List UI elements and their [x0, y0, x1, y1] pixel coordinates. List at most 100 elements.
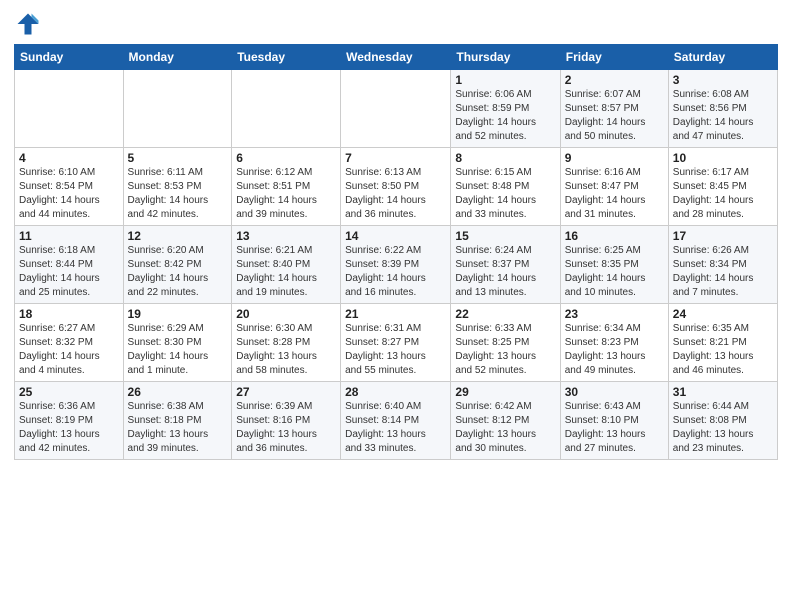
day-number: 26	[128, 385, 228, 399]
calendar-cell	[341, 70, 451, 148]
calendar-cell: 12Sunrise: 6:20 AM Sunset: 8:42 PM Dayli…	[123, 226, 232, 304]
day-number: 24	[673, 307, 773, 321]
calendar-cell: 16Sunrise: 6:25 AM Sunset: 8:35 PM Dayli…	[560, 226, 668, 304]
day-info: Sunrise: 6:30 AM Sunset: 8:28 PM Dayligh…	[236, 322, 336, 378]
day-info: Sunrise: 6:17 AM Sunset: 8:45 PM Dayligh…	[673, 166, 773, 222]
calendar-cell: 10Sunrise: 6:17 AM Sunset: 8:45 PM Dayli…	[668, 148, 777, 226]
day-number: 31	[673, 385, 773, 399]
day-info: Sunrise: 6:10 AM Sunset: 8:54 PM Dayligh…	[19, 166, 119, 222]
calendar-cell: 17Sunrise: 6:26 AM Sunset: 8:34 PM Dayli…	[668, 226, 777, 304]
calendar-cell: 31Sunrise: 6:44 AM Sunset: 8:08 PM Dayli…	[668, 382, 777, 460]
week-row-4: 18Sunrise: 6:27 AM Sunset: 8:32 PM Dayli…	[15, 304, 778, 382]
calendar-cell: 21Sunrise: 6:31 AM Sunset: 8:27 PM Dayli…	[341, 304, 451, 382]
day-number: 30	[565, 385, 664, 399]
page: SundayMondayTuesdayWednesdayThursdayFrid…	[0, 0, 792, 612]
day-info: Sunrise: 6:16 AM Sunset: 8:47 PM Dayligh…	[565, 166, 664, 222]
day-info: Sunrise: 6:39 AM Sunset: 8:16 PM Dayligh…	[236, 400, 336, 456]
calendar-cell: 29Sunrise: 6:42 AM Sunset: 8:12 PM Dayli…	[451, 382, 560, 460]
day-info: Sunrise: 6:38 AM Sunset: 8:18 PM Dayligh…	[128, 400, 228, 456]
calendar-cell	[15, 70, 124, 148]
calendar-cell: 14Sunrise: 6:22 AM Sunset: 8:39 PM Dayli…	[341, 226, 451, 304]
calendar-cell: 11Sunrise: 6:18 AM Sunset: 8:44 PM Dayli…	[15, 226, 124, 304]
day-info: Sunrise: 6:22 AM Sunset: 8:39 PM Dayligh…	[345, 244, 446, 300]
day-number: 22	[455, 307, 555, 321]
week-row-5: 25Sunrise: 6:36 AM Sunset: 8:19 PM Dayli…	[15, 382, 778, 460]
day-info: Sunrise: 6:20 AM Sunset: 8:42 PM Dayligh…	[128, 244, 228, 300]
calendar-cell: 4Sunrise: 6:10 AM Sunset: 8:54 PM Daylig…	[15, 148, 124, 226]
calendar-cell	[232, 70, 341, 148]
calendar-cell: 18Sunrise: 6:27 AM Sunset: 8:32 PM Dayli…	[15, 304, 124, 382]
calendar-cell: 27Sunrise: 6:39 AM Sunset: 8:16 PM Dayli…	[232, 382, 341, 460]
calendar-header: SundayMondayTuesdayWednesdayThursdayFrid…	[15, 45, 778, 70]
day-info: Sunrise: 6:33 AM Sunset: 8:25 PM Dayligh…	[455, 322, 555, 378]
weekday-header-tuesday: Tuesday	[232, 45, 341, 70]
day-number: 14	[345, 229, 446, 243]
weekday-header-friday: Friday	[560, 45, 668, 70]
calendar-cell: 26Sunrise: 6:38 AM Sunset: 8:18 PM Dayli…	[123, 382, 232, 460]
day-number: 5	[128, 151, 228, 165]
day-number: 27	[236, 385, 336, 399]
day-info: Sunrise: 6:07 AM Sunset: 8:57 PM Dayligh…	[565, 88, 664, 144]
day-number: 15	[455, 229, 555, 243]
day-info: Sunrise: 6:15 AM Sunset: 8:48 PM Dayligh…	[455, 166, 555, 222]
calendar-cell: 22Sunrise: 6:33 AM Sunset: 8:25 PM Dayli…	[451, 304, 560, 382]
day-number: 4	[19, 151, 119, 165]
day-info: Sunrise: 6:06 AM Sunset: 8:59 PM Dayligh…	[455, 88, 555, 144]
logo	[14, 10, 46, 38]
weekday-header-wednesday: Wednesday	[341, 45, 451, 70]
day-number: 12	[128, 229, 228, 243]
weekday-row: SundayMondayTuesdayWednesdayThursdayFrid…	[15, 45, 778, 70]
day-info: Sunrise: 6:24 AM Sunset: 8:37 PM Dayligh…	[455, 244, 555, 300]
day-info: Sunrise: 6:13 AM Sunset: 8:50 PM Dayligh…	[345, 166, 446, 222]
day-number: 7	[345, 151, 446, 165]
day-info: Sunrise: 6:43 AM Sunset: 8:10 PM Dayligh…	[565, 400, 664, 456]
day-info: Sunrise: 6:21 AM Sunset: 8:40 PM Dayligh…	[236, 244, 336, 300]
week-row-1: 1Sunrise: 6:06 AM Sunset: 8:59 PM Daylig…	[15, 70, 778, 148]
day-number: 17	[673, 229, 773, 243]
day-info: Sunrise: 6:34 AM Sunset: 8:23 PM Dayligh…	[565, 322, 664, 378]
day-number: 9	[565, 151, 664, 165]
calendar-cell: 2Sunrise: 6:07 AM Sunset: 8:57 PM Daylig…	[560, 70, 668, 148]
day-info: Sunrise: 6:42 AM Sunset: 8:12 PM Dayligh…	[455, 400, 555, 456]
calendar-cell: 28Sunrise: 6:40 AM Sunset: 8:14 PM Dayli…	[341, 382, 451, 460]
day-number: 16	[565, 229, 664, 243]
calendar-cell: 25Sunrise: 6:36 AM Sunset: 8:19 PM Dayli…	[15, 382, 124, 460]
weekday-header-monday: Monday	[123, 45, 232, 70]
day-info: Sunrise: 6:11 AM Sunset: 8:53 PM Dayligh…	[128, 166, 228, 222]
day-info: Sunrise: 6:18 AM Sunset: 8:44 PM Dayligh…	[19, 244, 119, 300]
day-number: 19	[128, 307, 228, 321]
day-info: Sunrise: 6:31 AM Sunset: 8:27 PM Dayligh…	[345, 322, 446, 378]
day-info: Sunrise: 6:12 AM Sunset: 8:51 PM Dayligh…	[236, 166, 336, 222]
week-row-3: 11Sunrise: 6:18 AM Sunset: 8:44 PM Dayli…	[15, 226, 778, 304]
calendar-cell: 23Sunrise: 6:34 AM Sunset: 8:23 PM Dayli…	[560, 304, 668, 382]
day-info: Sunrise: 6:40 AM Sunset: 8:14 PM Dayligh…	[345, 400, 446, 456]
day-number: 13	[236, 229, 336, 243]
day-info: Sunrise: 6:27 AM Sunset: 8:32 PM Dayligh…	[19, 322, 119, 378]
day-number: 20	[236, 307, 336, 321]
logo-icon	[14, 10, 42, 38]
day-info: Sunrise: 6:35 AM Sunset: 8:21 PM Dayligh…	[673, 322, 773, 378]
weekday-header-saturday: Saturday	[668, 45, 777, 70]
calendar-cell: 5Sunrise: 6:11 AM Sunset: 8:53 PM Daylig…	[123, 148, 232, 226]
calendar-cell: 13Sunrise: 6:21 AM Sunset: 8:40 PM Dayli…	[232, 226, 341, 304]
calendar-cell: 24Sunrise: 6:35 AM Sunset: 8:21 PM Dayli…	[668, 304, 777, 382]
day-number: 23	[565, 307, 664, 321]
day-number: 8	[455, 151, 555, 165]
calendar-cell: 6Sunrise: 6:12 AM Sunset: 8:51 PM Daylig…	[232, 148, 341, 226]
calendar-table: SundayMondayTuesdayWednesdayThursdayFrid…	[14, 44, 778, 460]
calendar-body: 1Sunrise: 6:06 AM Sunset: 8:59 PM Daylig…	[15, 70, 778, 460]
day-info: Sunrise: 6:08 AM Sunset: 8:56 PM Dayligh…	[673, 88, 773, 144]
day-number: 28	[345, 385, 446, 399]
weekday-header-sunday: Sunday	[15, 45, 124, 70]
calendar-cell: 3Sunrise: 6:08 AM Sunset: 8:56 PM Daylig…	[668, 70, 777, 148]
calendar-cell: 20Sunrise: 6:30 AM Sunset: 8:28 PM Dayli…	[232, 304, 341, 382]
week-row-2: 4Sunrise: 6:10 AM Sunset: 8:54 PM Daylig…	[15, 148, 778, 226]
calendar-cell: 19Sunrise: 6:29 AM Sunset: 8:30 PM Dayli…	[123, 304, 232, 382]
day-info: Sunrise: 6:36 AM Sunset: 8:19 PM Dayligh…	[19, 400, 119, 456]
calendar-cell: 7Sunrise: 6:13 AM Sunset: 8:50 PM Daylig…	[341, 148, 451, 226]
day-number: 29	[455, 385, 555, 399]
day-number: 2	[565, 73, 664, 87]
day-number: 18	[19, 307, 119, 321]
calendar-cell: 15Sunrise: 6:24 AM Sunset: 8:37 PM Dayli…	[451, 226, 560, 304]
day-number: 11	[19, 229, 119, 243]
